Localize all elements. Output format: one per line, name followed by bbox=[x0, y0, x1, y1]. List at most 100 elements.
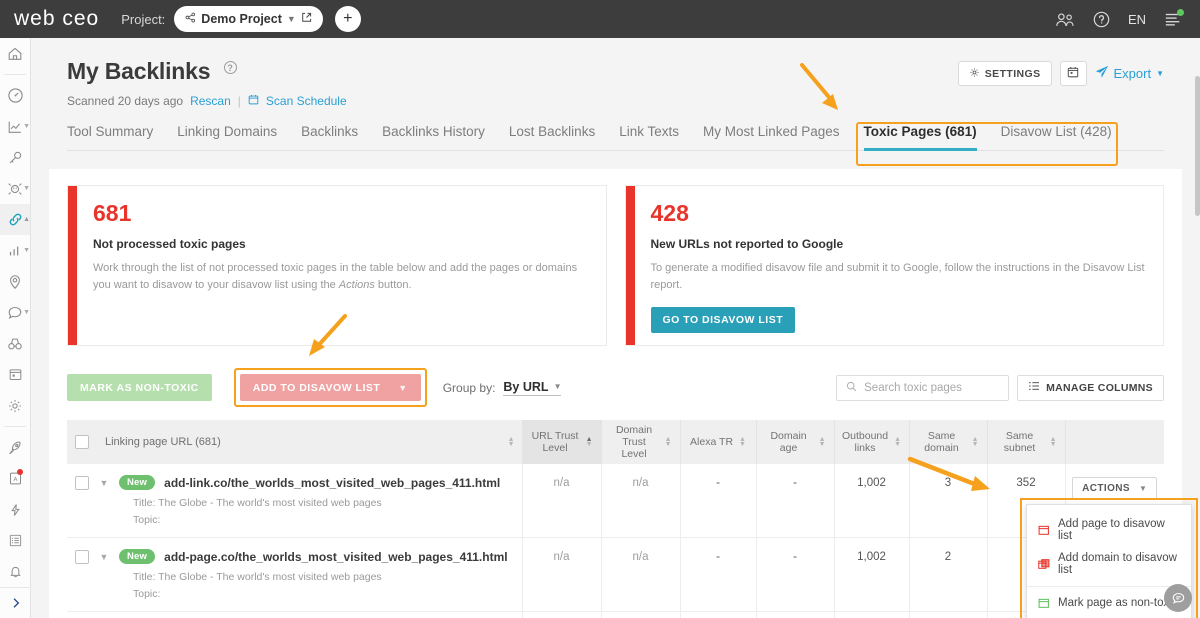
sort-icon[interactable]: ▲ ▼ bbox=[508, 436, 515, 448]
column-header-same-domain[interactable]: Same domain ▲ ▼ bbox=[909, 420, 988, 465]
row-checkbox[interactable] bbox=[75, 475, 89, 490]
sidebar-expand-button[interactable] bbox=[0, 587, 31, 610]
sidebar-item-site-audit[interactable]: ▼ bbox=[0, 173, 30, 204]
tab-tool-summary[interactable]: Tool Summary bbox=[67, 124, 165, 150]
table-toolbar: MARK AS NON-TOXIC ADD TO DISAVOW LIST ▼ … bbox=[67, 368, 1164, 408]
sidebar-item-notifications[interactable] bbox=[0, 556, 30, 587]
tab-link-texts[interactable]: Link Texts bbox=[607, 124, 691, 150]
export-button[interactable]: Export ▼ bbox=[1095, 65, 1164, 82]
sidebar-item-tasks[interactable] bbox=[0, 525, 30, 556]
go-to-disavow-list-button[interactable]: GO TO DISAVOW LIST bbox=[650, 307, 796, 334]
column-header-domain-trust-level[interactable]: Domain Trust Level ▲ ▼ bbox=[601, 420, 681, 465]
rescan-link[interactable]: Rescan bbox=[190, 94, 231, 108]
add-project-button[interactable]: + bbox=[334, 6, 361, 32]
table-row[interactable]: ▼ New add-link.co/the_worlds_most_visited_… bbox=[67, 464, 1164, 539]
sidebar-item-local-seo[interactable] bbox=[0, 266, 30, 297]
new-urls-label: New URLs not reported to Google bbox=[650, 237, 844, 251]
tab-backlinks-history[interactable]: Backlinks History bbox=[370, 124, 497, 150]
sidebar-item-home[interactable] bbox=[0, 38, 30, 69]
sidebar-item-reports[interactable]: A bbox=[0, 463, 30, 494]
help-icon[interactable]: ? bbox=[223, 61, 237, 75]
chat-support-button[interactable] bbox=[1164, 584, 1192, 612]
cell-domain-age: - bbox=[756, 537, 835, 613]
column-header-linking-page-url-681[interactable]: Linking page URL (681) ▲ ▼ bbox=[67, 420, 523, 465]
sidebar-item-quick-actions[interactable] bbox=[0, 494, 30, 525]
cell-alexa-tr: - bbox=[680, 537, 757, 613]
sidebar-item-settings[interactable] bbox=[0, 390, 30, 421]
tab-backlinks[interactable]: Backlinks bbox=[289, 124, 370, 150]
row-checkbox[interactable] bbox=[75, 549, 89, 564]
manage-columns-button[interactable]: MANAGE COLUMNS bbox=[1017, 374, 1164, 401]
sidebar-item-rank-tracking[interactable]: ▼ bbox=[0, 111, 30, 142]
column-header-actions[interactable] bbox=[1065, 420, 1164, 465]
project-selector[interactable]: Demo Project ▼ bbox=[174, 6, 323, 32]
sort-icon[interactable]: ▲ ▼ bbox=[586, 436, 593, 448]
tab-my-most-linked-pages[interactable]: My Most Linked Pages bbox=[691, 124, 852, 150]
add-to-disavow-list-button[interactable]: ADD TO DISAVOW LIST ▼ bbox=[239, 374, 421, 402]
column-header-url-trust-level[interactable]: URL Trust Level ▲ ▼ bbox=[522, 420, 602, 465]
sidebar-item-backlinks[interactable]: ▲ bbox=[0, 204, 30, 235]
menu-item-add-page-to-disavow-list[interactable]: Add page to disavow list bbox=[1027, 513, 1191, 547]
users-icon[interactable] bbox=[1055, 12, 1075, 27]
column-header-label: Outbound links bbox=[841, 430, 889, 455]
logo-text: web ceo bbox=[14, 7, 100, 30]
menu-item-add-domain-to-disavow-list[interactable]: Add domain to disavow list bbox=[1027, 547, 1191, 581]
vertical-scrollbar[interactable] bbox=[1195, 76, 1200, 216]
external-link-icon[interactable] bbox=[301, 12, 312, 26]
linking-page-url[interactable]: add-link.co/the_worlds_most_visited_web_… bbox=[164, 476, 500, 490]
sidebar-item-traffic-analytics[interactable]: ▼ bbox=[0, 235, 30, 266]
cell-domain-age: - bbox=[756, 611, 835, 618]
menu-item-mark-domain-as-non-toxic[interactable]: Mark domain as non-toxic bbox=[1027, 614, 1191, 618]
sort-icon[interactable]: ▲ ▼ bbox=[665, 436, 672, 448]
actions-button[interactable]: ACTIONS ▼ bbox=[1072, 477, 1158, 500]
search-input[interactable] bbox=[864, 381, 1000, 394]
tab-toxic-pages-681[interactable]: Toxic Pages (681) bbox=[852, 124, 989, 151]
column-header-alexa-tr[interactable]: Alexa TR ▲ ▼ bbox=[680, 420, 757, 465]
menu-item-label: Mark page as non-toxic bbox=[1058, 597, 1178, 609]
cell-alexa-tr: - bbox=[680, 611, 757, 618]
chevron-down-icon[interactable]: ▼ bbox=[98, 552, 110, 562]
sort-icon[interactable]: ▲ ▼ bbox=[739, 436, 746, 448]
tab-label: Backlinks bbox=[301, 124, 359, 139]
table-row[interactable]: ▼Newadd-page.co/the_worlds_most_visited_… bbox=[67, 537, 1164, 613]
sort-icon[interactable]: ▲ ▼ bbox=[972, 436, 979, 448]
top-bar: web ceo Project: Demo Project ▼ + EN bbox=[0, 0, 1200, 38]
column-header-outbound-links[interactable]: Outbound links ▲ ▼ bbox=[834, 420, 910, 465]
linking-page-url[interactable]: add-page.co/the_worlds_most_visited_web_… bbox=[164, 550, 507, 564]
sidebar-item-content-calendar[interactable] bbox=[0, 359, 30, 390]
sidebar-item-social-media[interactable]: ▼ bbox=[0, 297, 30, 328]
mark-as-non-toxic-button[interactable]: MARK AS NON-TOXIC bbox=[67, 374, 212, 402]
table-row[interactable]: ▼Newadd-page.co/the_worlds_most_visited_… bbox=[67, 611, 1164, 618]
scan-schedule-link[interactable]: Scan Schedule bbox=[266, 94, 347, 108]
menu-notifications-icon[interactable] bbox=[1164, 9, 1184, 27]
chevron-down-icon[interactable]: ▼ bbox=[98, 478, 110, 488]
group-by-select[interactable]: By URL ▼ bbox=[503, 380, 562, 396]
sort-icon[interactable]: ▲ ▼ bbox=[894, 436, 901, 448]
column-header-domain-age[interactable]: Domain age ▲ ▼ bbox=[756, 420, 835, 465]
stacked-pages-icon bbox=[1038, 558, 1050, 570]
tab-label: Tool Summary bbox=[67, 124, 154, 139]
sort-icon[interactable]: ▲ ▼ bbox=[1050, 436, 1057, 448]
sort-icon[interactable]: ▲ ▼ bbox=[819, 436, 826, 448]
share-icon bbox=[185, 12, 196, 26]
reports-badge bbox=[17, 469, 23, 475]
sidebar-item-keyword-research[interactable] bbox=[0, 142, 30, 173]
column-header-same-subnet[interactable]: Same subnet ▲ ▼ bbox=[987, 420, 1066, 465]
search-box[interactable] bbox=[836, 374, 1010, 401]
tab-lost-backlinks[interactable]: Lost Backlinks bbox=[497, 124, 607, 150]
tab-disavow-list-428[interactable]: Disavow List (428) bbox=[989, 124, 1124, 150]
help-icon[interactable] bbox=[1093, 11, 1110, 28]
sidebar-item-boost[interactable] bbox=[0, 432, 30, 463]
page-icon bbox=[1038, 598, 1050, 609]
language-selector[interactable]: EN bbox=[1128, 12, 1146, 27]
sidebar-item-dashboard[interactable] bbox=[0, 80, 30, 111]
logo[interactable]: web ceo bbox=[14, 7, 99, 31]
cell-domain-trust-level: n/a bbox=[601, 611, 681, 618]
select-all-checkbox[interactable] bbox=[75, 435, 89, 450]
chevron-down-icon: ▼ bbox=[1138, 483, 1148, 493]
tab-linking-domains[interactable]: Linking Domains bbox=[165, 124, 289, 150]
settings-button[interactable]: SETTINGS bbox=[957, 61, 1052, 86]
scan-status: Scanned 20 days ago Rescan | Scan Schedu… bbox=[67, 94, 347, 108]
sidebar-item-competitors[interactable] bbox=[0, 328, 30, 359]
date-picker-button[interactable] bbox=[1059, 61, 1087, 86]
